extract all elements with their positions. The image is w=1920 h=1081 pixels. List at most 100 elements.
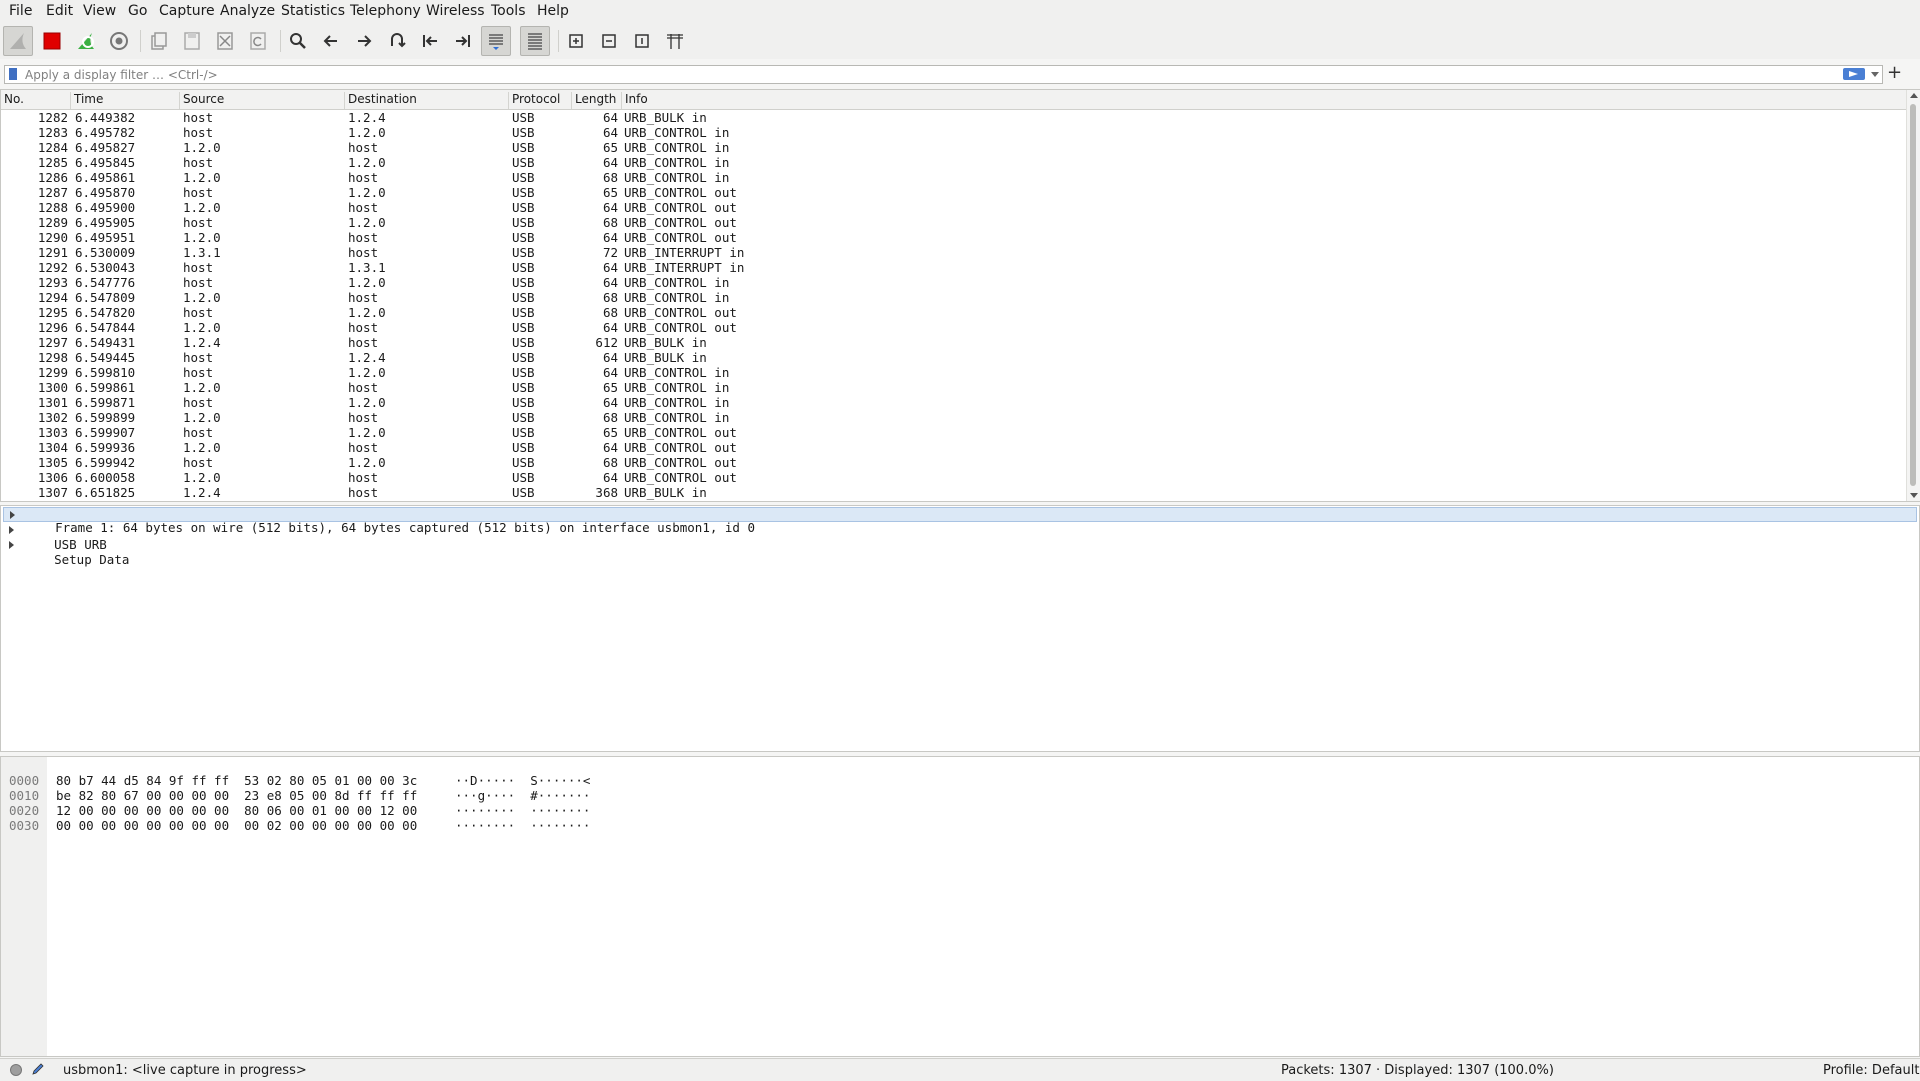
packet-row[interactable]: 1295 6.547820 host 1.2.0 USB 68 URB_CONTROL ou…	[1, 305, 1906, 320]
cell-source: 1.2.0	[183, 290, 221, 305]
menu-tools[interactable]: Tools	[491, 3, 526, 19]
cell-destination: 1.2.0	[348, 425, 386, 440]
packet-row[interactable]: 1288 6.495900 1.2.0 host USB 64 URB_CONTROL ou…	[1, 200, 1906, 215]
expand-arrow-icon[interactable]	[9, 526, 14, 534]
cell-time: 6.599936	[75, 440, 136, 455]
column-info[interactable]: Info	[622, 92, 1906, 109]
add-filter-button[interactable]: +	[1887, 62, 1902, 83]
packet-row[interactable]: 1286 6.495861 1.2.0 host USB 68 URB_CONTROL in	[1, 170, 1906, 185]
packet-row[interactable]: 1293 6.547776 host 1.2.0 USB 64 URB_CONTROL in	[1, 275, 1906, 290]
packet-list-scrollbar[interactable]	[1906, 90, 1920, 501]
close-file-icon[interactable]	[210, 26, 240, 56]
column-protocol[interactable]: Protocol	[509, 92, 572, 109]
column-source[interactable]: Source	[180, 92, 345, 109]
cell-source: host	[183, 125, 214, 140]
menu-go[interactable]: Go	[128, 3, 147, 19]
tree-item-frame[interactable]: Frame 1: 64 bytes on wire (512 bits), 64…	[3, 507, 1917, 534]
menu-wireless[interactable]: Wireless	[426, 3, 485, 19]
cell-destination: 1.2.0	[348, 455, 386, 470]
resize-columns-icon[interactable]	[660, 26, 690, 56]
stop-capture-icon[interactable]	[37, 26, 67, 56]
packet-row[interactable]: 1301 6.599871 host 1.2.0 USB 64 URB_CONTROL in	[1, 395, 1906, 410]
menu-file[interactable]: File	[9, 3, 32, 19]
packet-row[interactable]: 1284 6.495827 1.2.0 host USB 65 URB_CONTROL in	[1, 140, 1906, 155]
go-last-packet-icon[interactable]	[448, 26, 478, 56]
capture-comment-pencil-icon[interactable]	[32, 1063, 44, 1075]
expand-arrow-icon[interactable]	[9, 541, 14, 549]
cell-info: URB_CONTROL out	[624, 185, 737, 200]
cell-info: URB_CONTROL out	[624, 200, 737, 215]
packet-row[interactable]: 1305 6.599942 host 1.2.0 USB 68 URB_CONTROL ou…	[1, 455, 1906, 470]
column-time[interactable]: Time	[71, 92, 180, 109]
packet-row[interactable]: 1291 6.530009 1.3.1 host USB 72 URB_INTERRUPT …	[1, 245, 1906, 260]
recent-filters-dropdown-icon[interactable]	[1871, 72, 1879, 77]
display-filter-input[interactable]	[25, 66, 1825, 83]
menu-edit[interactable]: Edit	[46, 3, 73, 19]
apply-filter-arrow-icon[interactable]	[1843, 68, 1865, 80]
cell-info: URB_CONTROL out	[624, 440, 737, 455]
packet-row[interactable]: 1294 6.547809 1.2.0 host USB 68 URB_CONTROL in	[1, 290, 1906, 305]
restart-capture-icon[interactable]	[71, 26, 101, 56]
cell-length: 68	[602, 305, 618, 320]
cell-time: 6.530009	[75, 245, 136, 260]
column-length[interactable]: Length	[572, 92, 622, 109]
menu-analyze[interactable]: Analyze	[220, 3, 275, 19]
save-file-icon[interactable]	[177, 26, 207, 56]
cell-protocol: USB	[512, 140, 535, 155]
open-file-icon[interactable]	[144, 26, 174, 56]
normal-size-icon[interactable]	[627, 26, 657, 56]
packet-row[interactable]: 1292 6.530043 host 1.3.1 USB 64 URB_INTERRUPT …	[1, 260, 1906, 275]
start-capture-shark-fin-icon[interactable]	[3, 26, 33, 56]
packet-row[interactable]: 1282 6.449382 host 1.2.4 USB 64 URB_BULK in	[1, 110, 1906, 125]
packet-row[interactable]: 1290 6.495951 1.2.0 host USB 64 URB_CONTROL ou…	[1, 230, 1906, 245]
cell-protocol: USB	[512, 245, 535, 260]
cell-source: 1.2.0	[183, 140, 221, 155]
go-first-packet-icon[interactable]	[415, 26, 445, 56]
packet-row[interactable]: 1296 6.547844 1.2.0 host USB 64 URB_CONTROL ou…	[1, 320, 1906, 335]
filter-bookmark-icon[interactable]	[9, 68, 17, 80]
capture-options-gear-icon[interactable]	[104, 26, 134, 56]
zoom-in-icon[interactable]	[561, 26, 591, 56]
scrollbar-thumb[interactable]	[1910, 104, 1916, 486]
scroll-up-icon[interactable]	[1910, 93, 1918, 98]
tree-item-setup-data[interactable]: Setup Data	[1, 537, 1919, 567]
menu-statistics[interactable]: Statistics	[281, 3, 345, 19]
column-no[interactable]: No.	[1, 92, 71, 109]
packet-row[interactable]: 1299 6.599810 host 1.2.0 USB 64 URB_CONTROL in	[1, 365, 1906, 380]
cell-source: 1.2.0	[183, 230, 221, 245]
packet-row[interactable]: 1306 6.600058 1.2.0 host USB 64 URB_CONTROL ou…	[1, 470, 1906, 485]
packet-row[interactable]: 1297 6.549431 1.2.4 host USB 612 URB_BULK in	[1, 335, 1906, 350]
packet-row[interactable]: 1298 6.549445 host 1.2.4 USB 64 URB_BULK in	[1, 350, 1906, 365]
menu-capture[interactable]: Capture	[159, 3, 215, 19]
scroll-down-icon[interactable]	[1910, 493, 1918, 498]
packet-row[interactable]: 1304 6.599936 1.2.0 host USB 64 URB_CONTROL ou…	[1, 440, 1906, 455]
column-destination[interactable]: Destination	[345, 92, 509, 109]
packet-row[interactable]: 1285 6.495845 host 1.2.0 USB 64 URB_CONTROL in	[1, 155, 1906, 170]
menu-view[interactable]: View	[83, 3, 116, 19]
packet-row[interactable]: 1289 6.495905 host 1.2.0 USB 68 URB_CONTROL ou…	[1, 215, 1906, 230]
zoom-out-icon[interactable]	[594, 26, 624, 56]
menu-telephony[interactable]: Telephony	[350, 3, 421, 19]
tree-item-usb-urb[interactable]: USB URB	[1, 522, 1919, 552]
packet-row[interactable]: 1307 6.651825 1.2.4 host USB 368 URB_BULK in	[1, 485, 1906, 500]
auto-scroll-icon[interactable]	[481, 26, 511, 56]
expert-info-led-icon[interactable]	[10, 1064, 22, 1076]
reload-file-icon[interactable]	[243, 26, 273, 56]
go-forward-arrow-icon[interactable]	[349, 26, 379, 56]
packet-row[interactable]: 1287 6.495870 host 1.2.0 USB 65 URB_CONTROL ou…	[1, 185, 1906, 200]
cell-no: 1298	[37, 350, 68, 365]
packet-row[interactable]: 1283 6.495782 host 1.2.0 USB 64 URB_CONTROL in	[1, 125, 1906, 140]
cell-source: host	[183, 275, 214, 290]
colorize-packet-list-icon[interactable]	[520, 26, 550, 56]
go-to-packet-icon[interactable]	[382, 26, 412, 56]
menu-help[interactable]: Help	[537, 3, 569, 19]
profile-text[interactable]: Profile: Default	[1823, 1063, 1919, 1078]
go-back-arrow-icon[interactable]	[316, 26, 346, 56]
packet-row[interactable]: 1300 6.599861 1.2.0 host USB 65 URB_CONTROL in	[1, 380, 1906, 395]
packet-row[interactable]: 1303 6.599907 host 1.2.0 USB 65 URB_CONTROL ou…	[1, 425, 1906, 440]
expand-arrow-icon[interactable]	[10, 511, 15, 519]
cell-no: 1294	[37, 290, 68, 305]
packet-row[interactable]: 1302 6.599899 1.2.0 host USB 68 URB_CONTROL in	[1, 410, 1906, 425]
cell-no: 1282	[37, 110, 68, 125]
find-packet-search-icon[interactable]	[283, 26, 313, 56]
